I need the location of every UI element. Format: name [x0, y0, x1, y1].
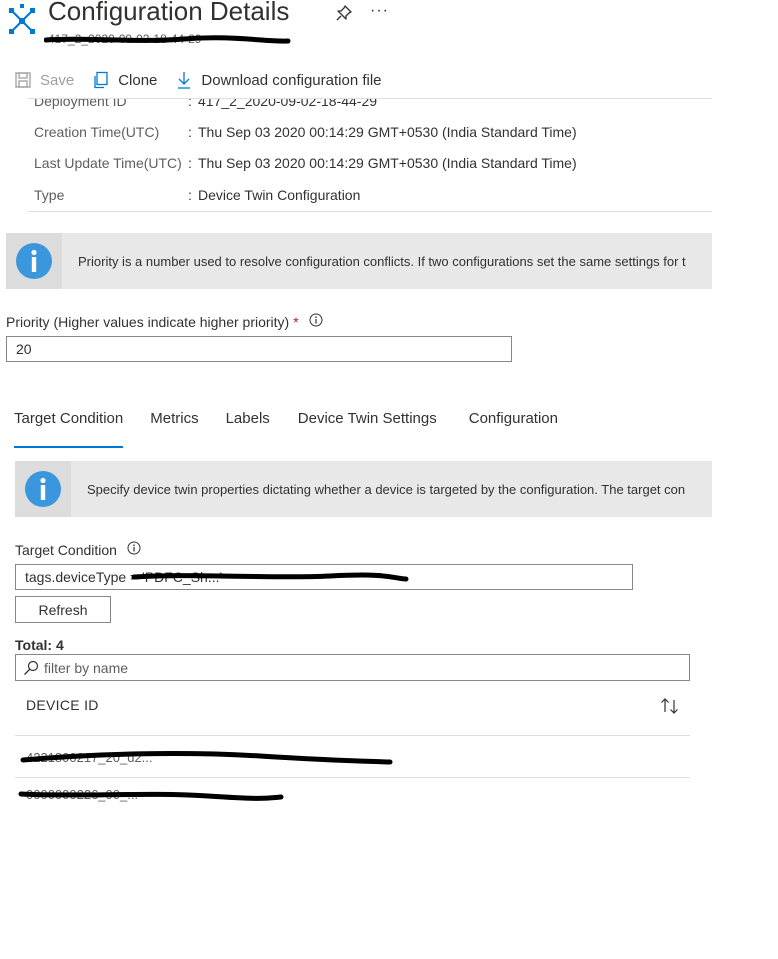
property-value: Thu Sep 03 2020 00:14:29 GMT+0530 (India… [198, 124, 577, 140]
total-count: Total: 4 [15, 637, 64, 653]
configuration-app-icon [6, 4, 38, 38]
tab-device-twin-settings[interactable]: Device Twin Settings [298, 410, 437, 440]
filter-placeholder: filter by name [44, 659, 129, 676]
table-row-divider [15, 777, 690, 778]
download-icon [178, 72, 191, 89]
more-options-icon[interactable]: ··· [370, 2, 389, 20]
tab-configuration[interactable]: Configuration [469, 410, 558, 440]
info-icon-box [6, 233, 62, 289]
column-header-device-id[interactable]: DEVICE ID [26, 697, 99, 713]
priority-label-row: Priority (Higher values indicate higher … [6, 313, 323, 330]
required-marker: * [293, 313, 299, 330]
property-value: Thu Sep 03 2020 00:14:29 GMT+0530 (India… [198, 155, 577, 171]
pin-icon[interactable] [335, 4, 353, 22]
tab-metrics[interactable]: Metrics [150, 410, 198, 440]
download-label: Download configuration file [201, 71, 382, 89]
info-circle-icon[interactable] [309, 313, 323, 330]
priority-banner-text: Priority is a number used to resolve con… [78, 253, 686, 269]
table-row[interactable]: 0000000226_00_... [26, 787, 138, 802]
target-info-banner: Specify device twin properties dictating… [15, 461, 712, 517]
property-label: Creation Time(UTC) [34, 124, 160, 140]
save-icon [15, 72, 31, 88]
property-label: Deployment ID [34, 99, 127, 109]
property-label: Type [34, 187, 65, 203]
table-row[interactable]: 4221800217_20_d2... [26, 750, 153, 765]
refresh-button[interactable]: Refresh [15, 596, 111, 623]
property-label: Last Update Time(UTC) [34, 155, 182, 171]
tab-bar: Target Condition Metrics Labels Device T… [14, 410, 558, 448]
property-colon: : [188, 187, 192, 203]
property-colon: : [188, 124, 192, 140]
target-condition-input[interactable]: tags.deviceType = 'PDFC_Sh...' [15, 564, 633, 590]
tab-target-condition[interactable]: Target Condition [14, 410, 124, 448]
target-condition-label-row: Target Condition [15, 541, 141, 558]
info-icon [25, 471, 61, 507]
clone-icon [94, 71, 108, 89]
properties-divider [28, 211, 712, 212]
priority-input[interactable]: 20 [6, 336, 512, 362]
toolbar-divider [28, 98, 712, 99]
property-value: 417_2_2020-09-02-18-44-29 [198, 99, 378, 109]
property-colon: : [188, 155, 192, 171]
priority-info-banner: Priority is a number used to resolve con… [6, 233, 712, 289]
page-title: Configuration Details [48, 0, 290, 26]
page-subtitle: 417_2_2020-09-02-18-44-29 [48, 32, 202, 46]
target-banner-text: Specify device twin properties dictating… [87, 481, 686, 497]
clone-label: Clone [118, 71, 158, 89]
priority-label: Priority (Higher values indicate higher … [6, 313, 290, 330]
property-value: Device Twin Configuration [198, 187, 361, 203]
info-icon-box [15, 461, 71, 517]
info-circle-icon[interactable] [127, 541, 141, 558]
save-label: Save [40, 71, 75, 89]
sort-icon[interactable] [660, 697, 680, 720]
target-condition-label: Target Condition [15, 541, 117, 558]
search-icon [24, 660, 39, 675]
download-button[interactable]: Download configuration file [175, 71, 382, 89]
table-row-divider [15, 735, 690, 736]
tab-labels[interactable]: Labels [226, 410, 270, 440]
property-colon: : [188, 99, 192, 109]
command-toolbar: Save Clone Download configuration file [14, 66, 400, 94]
save-button[interactable]: Save [14, 71, 74, 89]
clone-button[interactable]: Clone [92, 71, 157, 89]
filter-input[interactable]: filter by name [15, 654, 690, 681]
info-icon [16, 243, 52, 279]
properties-panel: Deployment ID : 417_2_2020-09-02-18-44-2… [0, 99, 778, 211]
